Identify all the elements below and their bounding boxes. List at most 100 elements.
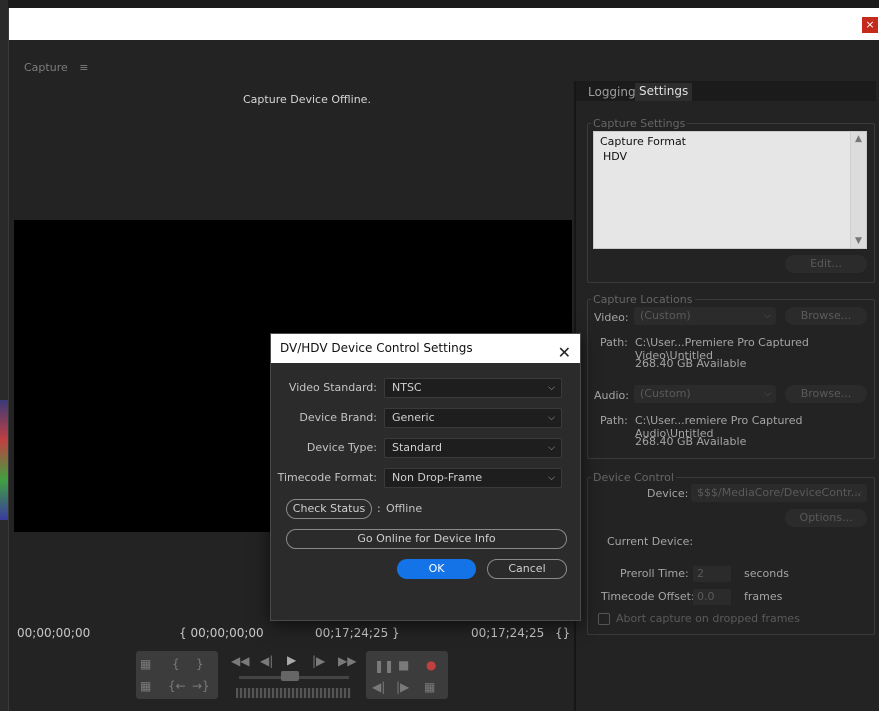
capture-format-box: Capture Format HDV ▲ ▼ [593,131,867,249]
device-type-select[interactable]: Standard ⌵ [384,438,562,458]
audio-location-value: (Custom) [640,387,691,400]
pause-icon[interactable]: ❚❚ [374,659,394,673]
format-scrollbar[interactable]: ▲ ▼ [850,132,866,248]
capture-format-value: HDV [603,150,628,163]
panel-menu-icon[interactable]: ≡ [79,61,88,74]
abort-label: Abort capture on dropped frames [616,612,800,625]
capture-settings-label: Capture Settings [591,117,688,130]
video-browse-button[interactable]: Browse... [785,307,867,325]
preroll-label: Preroll Time: [620,567,689,580]
window-close-button[interactable]: × [862,17,878,33]
device-type-label: Device Type: [306,441,377,454]
video-label: Video: [594,311,629,324]
device-brand-label: Device Brand: [299,411,377,424]
scene-back-icon[interactable]: ◀| [372,680,385,694]
duration-icon: {} [555,626,571,640]
stop-icon[interactable]: ■ [398,658,409,672]
panel-tabs: Logging Settings [576,81,876,101]
goto-out-icon[interactable]: →} [192,679,210,693]
cancel-button[interactable]: Cancel [487,559,567,579]
capture-locations-label: Capture Locations [591,293,695,306]
check-status-button[interactable]: Check Status [286,499,372,519]
panel-header: Capture ≡ [24,61,88,74]
dialog-title: DV/HDV Device Control Settings [280,341,473,355]
jog-wheel[interactable] [236,688,351,698]
device-brand-select[interactable]: Generic ⌵ [384,408,562,428]
audio-available: 268.40 GB Available [635,435,747,448]
device-type-value: Standard [392,441,443,454]
in-point-timecode[interactable]: { 00;00;00;00 [179,626,264,640]
video-location-select[interactable]: (Custom) ⌵ [634,307,776,325]
shuttle-handle[interactable] [281,671,299,681]
ok-button[interactable]: OK [397,559,476,579]
tc-offset-label: Timecode Offset: [601,590,695,603]
scene-forward-icon[interactable]: |▶ [396,680,409,694]
capture-format-label: Capture Format [600,135,686,148]
chevron-down-icon: ⌵ [764,389,771,399]
rewind-icon[interactable]: ◀◀ [231,654,249,668]
background-app-strip [0,0,8,711]
preroll-input[interactable]: 2 [693,566,731,582]
scene-detect-icon[interactable]: ▦ [424,680,435,694]
audio-browse-button[interactable]: Browse... [785,385,867,403]
tab-settings[interactable]: Settings [635,83,693,101]
edit-button[interactable]: Edit... [785,255,867,273]
dialog-titlebar: DV/HDV Device Control Settings ✕ [271,334,580,363]
video-standard-value: NTSC [392,381,422,394]
settings-panel: Logging Settings Capture Settings Captur… [574,81,879,711]
video-standard-select[interactable]: NTSC ⌵ [384,378,562,398]
out-point-timecode[interactable]: 00;17;24;25 } [315,626,400,640]
chevron-down-icon: ⌵ [548,383,555,393]
dialog-close-icon[interactable]: ✕ [558,338,571,367]
device-control-dialog: DV/HDV Device Control Settings ✕ Video S… [270,333,581,621]
duration-timecode[interactable]: 00;17;24;25 [471,626,544,640]
device-status: Offline [386,502,423,515]
capture-controls: ❚❚ ■ ● ◀| |▶ ▦ [366,651,448,699]
chevron-down-icon: ⌵ [548,473,555,483]
timecode-format-label: Timecode Format: [277,471,377,484]
audio-path-label: Path: [600,414,628,427]
timecode-format-value: Non Drop-Frame [392,471,483,484]
tc-offset-input[interactable]: 0.0 [693,589,731,605]
timecode-format-select[interactable]: Non Drop-Frame ⌵ [384,468,562,488]
set-in-icon[interactable]: { [172,657,180,671]
step-forward-icon[interactable]: |▶ [312,654,325,668]
device-select[interactable]: $$$/MediaCore/DeviceContr... ⌵ [691,484,867,502]
scroll-down-icon[interactable]: ▼ [851,236,866,246]
chevron-down-icon: ⌵ [548,413,555,423]
step-back-icon[interactable]: ◀| [260,654,273,668]
logging-controls: ▦ { } ▦ {← →} [136,651,218,699]
offline-message: Capture Device Offline. [243,93,371,106]
panel-title[interactable]: Capture [24,61,68,74]
scroll-up-icon[interactable]: ▲ [851,134,866,144]
chevron-down-icon: ⌵ [855,488,862,498]
video-path-label: Path: [600,336,628,349]
set-out-icon[interactable]: } [196,657,204,671]
current-device-label: Current Device: [607,535,694,548]
options-button[interactable]: Options... [785,509,867,527]
video-available: 268.40 GB Available [635,357,747,370]
audio-location-select[interactable]: (Custom) ⌵ [634,385,776,403]
play-icon[interactable]: ▶ [287,653,296,667]
audio-label: Audio: [594,389,629,402]
online-info-button[interactable]: Go Online for Device Info [286,529,567,549]
tc-offset-unit: frames [744,590,783,603]
clapper-in-icon[interactable]: ▦ [140,657,151,671]
abort-checkbox[interactable] [598,613,610,625]
device-value: $$$/MediaCore/DeviceContr... [697,486,862,499]
chevron-down-icon: ⌵ [548,443,555,453]
chevron-down-icon: ⌵ [764,311,771,321]
record-icon[interactable]: ● [426,658,436,672]
device-brand-value: Generic [392,411,435,424]
background-thumbnail [0,400,8,520]
video-location-value: (Custom) [640,309,691,322]
fast-forward-icon[interactable]: ▶▶ [338,654,356,668]
goto-in-icon[interactable]: {← [168,679,186,693]
tab-logging[interactable]: Logging [588,85,636,99]
device-label: Device: [647,487,689,500]
status-separator: : [377,502,381,515]
clapper-out-icon[interactable]: ▦ [140,679,151,693]
device-control-label: Device Control [591,471,676,484]
preroll-unit: seconds [744,567,789,580]
current-timecode[interactable]: 00;00;00;00 [17,626,90,640]
